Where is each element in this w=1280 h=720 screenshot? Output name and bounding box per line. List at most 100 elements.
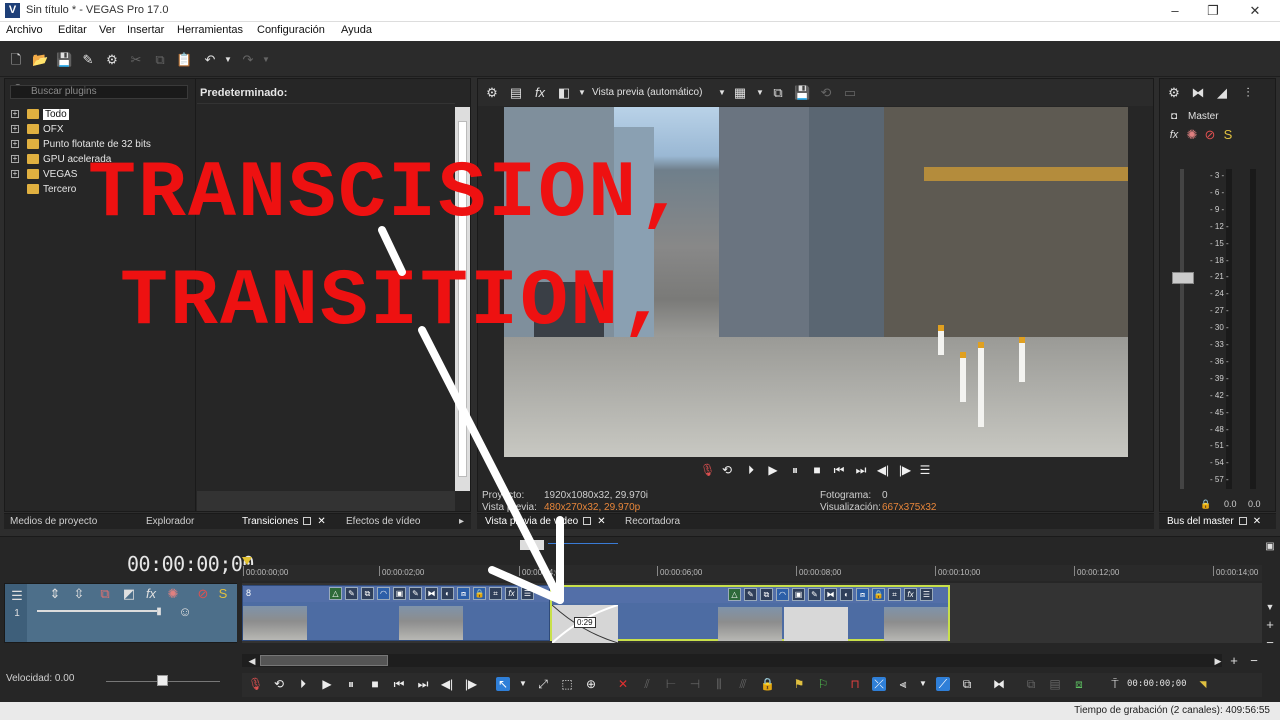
paste-icon[interactable]: ▤ xyxy=(1048,677,1062,691)
expand-icon[interactable]: + xyxy=(11,110,19,119)
lock-envelopes-icon[interactable]: ⟋ xyxy=(936,677,950,691)
undock-icon[interactable] xyxy=(583,517,592,526)
lock-icon[interactable]: 🔒 xyxy=(760,677,775,691)
delete-icon[interactable]: ✕ xyxy=(616,677,630,691)
loop-region-bar[interactable] xyxy=(548,543,618,544)
prev-frame-icon[interactable]: ◀| xyxy=(440,677,454,691)
region-icon[interactable]: ⚐ xyxy=(816,677,830,691)
fx-icon[interactable]: fx xyxy=(143,586,159,602)
play-from-start-icon[interactable]: ⏵ xyxy=(296,677,310,691)
dim-output-icon[interactable]: ◢ xyxy=(1214,85,1230,101)
overlay-dropdown-icon[interactable]: ▼ xyxy=(752,85,768,101)
expand-icon[interactable]: + xyxy=(11,155,19,164)
ripple-edit-icon[interactable]: ⫷ xyxy=(896,677,910,691)
close-icon[interactable]: ✕ xyxy=(1253,516,1261,527)
time-ruler[interactable]: 00:00:00;00 00:00:02;00 00:00:04;00 00:0… xyxy=(242,565,1262,581)
auto-crossfade-icon[interactable]: ⤫ xyxy=(872,677,886,691)
volume-fader-knob[interactable] xyxy=(1172,272,1194,284)
clip-menu-icon[interactable]: ☰ xyxy=(521,587,534,600)
chroma-icon[interactable]: ◐ xyxy=(840,588,853,601)
split-icon[interactable]: ⫼ xyxy=(712,677,726,691)
fx-icon[interactable]: fx xyxy=(505,587,518,600)
fx-icon[interactable]: fx xyxy=(532,85,548,101)
menu-editar[interactable]: Editar xyxy=(58,24,87,36)
h-zoom-in-icon[interactable]: + xyxy=(1226,653,1242,669)
expand-icon[interactable]: + xyxy=(11,140,19,149)
minimize-icon[interactable]: – xyxy=(1160,2,1190,20)
go-to-end-icon[interactable]: ⏭ xyxy=(416,677,430,691)
expand-track-icon[interactable]: ⇕ xyxy=(47,586,63,602)
copy-icon[interactable]: ⧉ xyxy=(152,52,168,68)
tree-item-vegas[interactable]: + VEGAS xyxy=(11,168,77,182)
normal-edit-tool-icon[interactable]: ↖ xyxy=(496,677,510,691)
maximize-icon[interactable]: ❐ xyxy=(1198,2,1228,20)
stop-icon[interactable]: ■ xyxy=(368,677,382,691)
close-icon[interactable]: ✕ xyxy=(317,516,325,527)
pan-crop-icon[interactable]: △ xyxy=(728,588,741,601)
scroll-down-icon[interactable]: ▼ xyxy=(1262,599,1278,615)
tab-medios-de-proyecto[interactable]: Medios de proyecto xyxy=(10,516,97,527)
media-fx-icon[interactable]: ⧈ xyxy=(856,588,869,601)
scroll-left-icon[interactable]: ◀ xyxy=(244,653,260,669)
redo-dropdown-icon[interactable]: ▼ xyxy=(258,52,274,68)
next-frame-icon[interactable]: |▶ xyxy=(464,677,478,691)
play-from-start-icon[interactable]: ⏵ xyxy=(744,463,758,478)
gear-icon[interactable]: ⚙ xyxy=(104,52,120,68)
tree-item-tercero[interactable]: Tercero xyxy=(27,183,76,197)
solo-icon[interactable]: S xyxy=(215,586,231,602)
image-icon[interactable]: ▣ xyxy=(393,587,406,600)
video-clip-selected[interactable]: △ ✎ ⧉ ◠ ▣ ✎ ⧓ ◐ ⧈ 🔒 ⌗ fx ☰ 0:29 xyxy=(550,585,950,643)
trim-icon[interactable]: ⫽ xyxy=(640,677,654,691)
ignore-grouping-icon[interactable]: ⧉ xyxy=(960,677,974,691)
expand-icon[interactable]: + xyxy=(11,170,19,179)
loop-icon[interactable]: ⟲ xyxy=(720,463,734,477)
play-icon[interactable]: ▶ xyxy=(766,463,780,477)
h-zoom-out-icon[interactable]: − xyxy=(1246,653,1262,669)
menu-ayuda[interactable]: Ayuda xyxy=(341,24,372,36)
unlink-icon[interactable]: ⧓ xyxy=(824,588,837,601)
sync-icon[interactable]: ⟲ xyxy=(818,85,834,101)
video-track-lane[interactable]: 8 △ ✎ ⧉ ◠ ▣ ✎ ⧓ ◐ ⧈ 🔒 ⌗ fx ☰ △ ✎ ⧉ ◠ ▣ ✎… xyxy=(242,583,1262,643)
mute-icon[interactable]: ⊘ xyxy=(195,586,211,602)
external-monitor-icon[interactable]: ▭ xyxy=(842,85,858,101)
ripple-dropdown-icon[interactable]: ▼ xyxy=(916,677,930,691)
pause-icon[interactable]: ⏸ xyxy=(344,677,358,691)
video-clip[interactable]: 8 △ ✎ ⧉ ◠ ▣ ✎ ⧓ ◐ ⧈ 🔒 ⌗ fx ☰ xyxy=(242,585,550,641)
trim-start-icon[interactable]: ⊢ xyxy=(664,677,678,691)
tab-recortadora[interactable]: Recortadora xyxy=(625,516,680,527)
cut-icon[interactable]: ✂ xyxy=(128,52,144,68)
marker-icon[interactable]: ⚑ xyxy=(792,677,806,691)
trim-end-icon[interactable]: ⊣ xyxy=(688,677,702,691)
snap-icon[interactable]: ⊓ xyxy=(848,677,862,691)
gear-icon[interactable]: ⚙ xyxy=(484,85,500,101)
split-end-icon[interactable]: ⫻ xyxy=(736,677,750,691)
open-folder-icon[interactable]: 📂 xyxy=(32,52,48,68)
pan-crop-icon[interactable]: △ xyxy=(329,587,342,600)
close-icon[interactable]: ✕ xyxy=(597,516,605,527)
pause-icon[interactable]: ⏸ xyxy=(788,463,802,478)
zoom-tool-icon[interactable]: ⊕ xyxy=(584,677,598,691)
menu-configuracion[interactable]: Configuración xyxy=(257,24,325,36)
selection-tool-icon[interactable]: ⬚ xyxy=(560,677,574,691)
paste-icon[interactable]: 📋 xyxy=(176,52,192,68)
menu-insertar[interactable]: Insertar xyxy=(127,24,164,36)
edit-tool-dropdown-icon[interactable]: ▼ xyxy=(516,677,530,691)
downmix-icon[interactable]: ⧓ xyxy=(1190,85,1206,101)
expand-icon[interactable]: + xyxy=(11,125,19,134)
mixer-icon[interactable]: ⫶ xyxy=(1240,85,1256,101)
speed-slider-knob[interactable] xyxy=(157,675,168,686)
lock-icon[interactable]: 🔒 xyxy=(872,588,885,601)
record-icon[interactable]: 🎙 xyxy=(248,677,263,691)
mute-checkbox-icon[interactable]: ◘ xyxy=(1166,109,1182,125)
pencil-icon[interactable]: ✎ xyxy=(808,588,821,601)
flag-icon[interactable]: ◥ xyxy=(1196,677,1210,691)
tab-explorador[interactable]: Explorador xyxy=(146,516,194,527)
go-to-start-icon[interactable]: ⏮ xyxy=(832,463,846,478)
loop-icon[interactable]: ⟲ xyxy=(272,677,286,691)
reorder-icon[interactable]: ⧓ xyxy=(992,677,1006,691)
fx-icon[interactable]: fx xyxy=(1166,127,1182,143)
horizontal-scroll-thumb[interactable] xyxy=(260,655,388,666)
marker-pin-icon[interactable]: ⍑ xyxy=(1108,677,1122,691)
collapse-track-icon[interactable]: ⇳ xyxy=(71,586,87,602)
tab-transiciones[interactable]: Transiciones ✕ xyxy=(242,516,326,527)
